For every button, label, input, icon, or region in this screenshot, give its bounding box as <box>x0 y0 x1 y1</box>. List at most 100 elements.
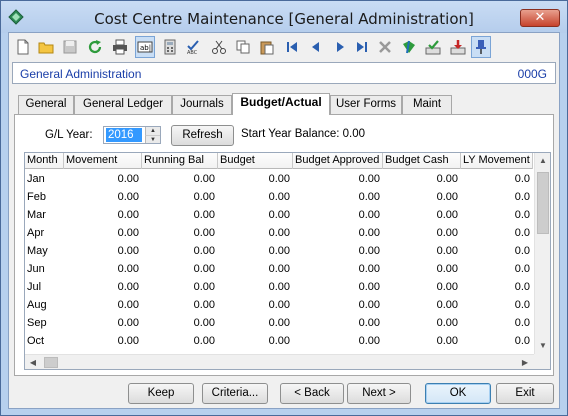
month-cell[interactable]: Feb <box>25 188 64 206</box>
ok-button[interactable]: OK <box>425 383 491 404</box>
close-button[interactable]: ✕ <box>520 9 560 27</box>
month-cell[interactable]: Aug <box>25 296 64 314</box>
tab-general-ledger[interactable]: General Ledger <box>74 95 172 114</box>
value-cell[interactable]: 0.00 <box>218 206 293 224</box>
value-cell[interactable]: 0.00 <box>383 188 461 206</box>
value-cell[interactable]: 0.0 <box>461 224 533 242</box>
refresh-balance-button[interactable]: Refresh <box>171 125 234 146</box>
table-row[interactable]: Sep 0.00 0.00 0.00 0.00 0.00 0.0 <box>25 314 533 332</box>
last-record-button[interactable] <box>352 36 372 58</box>
horizontal-scrollbar[interactable]: ◀ ▶ <box>25 354 534 369</box>
value-cell[interactable]: 0.00 <box>218 188 293 206</box>
value-cell[interactable]: 0.00 <box>142 224 218 242</box>
criteria-button[interactable]: Criteria... <box>202 383 268 404</box>
value-cell[interactable]: 0.00 <box>142 278 218 296</box>
vertical-scrollbar[interactable]: ▲ ▼ <box>534 153 550 354</box>
value-cell[interactable]: 0.0 <box>461 260 533 278</box>
refresh-button[interactable] <box>85 36 105 58</box>
month-cell[interactable]: Sep <box>25 314 64 332</box>
month-cell[interactable]: Oct <box>25 332 64 350</box>
value-cell[interactable]: 0.00 <box>383 314 461 332</box>
value-cell[interactable]: 0.00 <box>383 242 461 260</box>
column-header[interactable]: Budget <box>218 153 293 169</box>
back-button[interactable]: < Back <box>280 383 344 404</box>
month-cell[interactable]: Apr <box>25 224 64 242</box>
value-cell[interactable]: 0.00 <box>64 188 142 206</box>
value-cell[interactable]: 0.00 <box>64 206 142 224</box>
value-cell[interactable]: 0.00 <box>293 224 383 242</box>
table-row[interactable]: Aug 0.00 0.00 0.00 0.00 0.00 0.0 <box>25 296 533 314</box>
pin-button[interactable] <box>471 36 491 58</box>
new-button[interactable] <box>13 36 33 58</box>
value-cell[interactable]: 0.00 <box>142 314 218 332</box>
gl-year-spinner[interactable]: ▲ ▼ <box>103 126 161 144</box>
save-button[interactable] <box>60 36 80 58</box>
scroll-down-icon[interactable]: ▼ <box>535 338 550 354</box>
value-cell[interactable]: 0.00 <box>383 332 461 350</box>
value-cell[interactable]: 0.00 <box>142 296 218 314</box>
value-cell[interactable]: 0.00 <box>293 242 383 260</box>
spellcheck-button[interactable]: ABC <box>184 36 204 58</box>
value-cell[interactable]: 0.00 <box>64 242 142 260</box>
value-cell[interactable]: 0.00 <box>142 188 218 206</box>
table-row[interactable]: Jul 0.00 0.00 0.00 0.00 0.00 0.0 <box>25 278 533 296</box>
value-cell[interactable]: 0.00 <box>218 296 293 314</box>
value-cell[interactable]: 0.00 <box>142 260 218 278</box>
value-cell[interactable]: 0.00 <box>383 224 461 242</box>
tab-journals[interactable]: Journals <box>172 95 232 114</box>
next-record-button[interactable] <box>330 36 350 58</box>
keep-button[interactable]: Keep <box>128 383 194 404</box>
value-cell[interactable]: 0.00 <box>64 224 142 242</box>
column-header[interactable]: Budget Approved <box>293 153 383 169</box>
column-header[interactable]: Movement <box>64 153 142 169</box>
value-cell[interactable]: 0.00 <box>293 314 383 332</box>
open-button[interactable] <box>36 36 56 58</box>
title-bar[interactable]: Cost Centre Maintenance [General Adminis… <box>1 1 567 33</box>
exit-button[interactable]: Exit <box>496 383 554 404</box>
value-cell[interactable]: 0.00 <box>218 278 293 296</box>
value-cell[interactable]: 0.00 <box>293 170 383 188</box>
copy-button[interactable] <box>233 36 253 58</box>
value-cell[interactable]: 0.0 <box>461 188 533 206</box>
table-row[interactable]: Oct 0.00 0.00 0.00 0.00 0.00 0.0 <box>25 332 533 350</box>
table-row[interactable]: Jan 0.00 0.00 0.00 0.00 0.00 0.0 <box>25 170 533 188</box>
horizontal-scroll-thumb[interactable] <box>44 357 58 368</box>
value-cell[interactable]: 0.00 <box>293 278 383 296</box>
value-cell[interactable]: 0.00 <box>142 242 218 260</box>
table-row[interactable]: May 0.00 0.00 0.00 0.00 0.00 0.0 <box>25 242 533 260</box>
value-cell[interactable]: 0.0 <box>461 278 533 296</box>
column-header[interactable]: Budget Cash <box>383 153 461 169</box>
next-button[interactable]: Next > <box>347 383 411 404</box>
value-cell[interactable]: 0.00 <box>142 170 218 188</box>
value-cell[interactable]: 0.00 <box>293 188 383 206</box>
value-cell[interactable]: 0.00 <box>64 278 142 296</box>
value-cell[interactable]: 0.00 <box>383 260 461 278</box>
value-cell[interactable]: 0.0 <box>461 206 533 224</box>
value-cell[interactable]: 0.00 <box>64 260 142 278</box>
gl-year-input[interactable] <box>106 128 142 142</box>
value-cell[interactable]: 0.00 <box>64 332 142 350</box>
export-button[interactable] <box>448 36 468 58</box>
scroll-up-icon[interactable]: ▲ <box>535 153 550 169</box>
scroll-left-icon[interactable]: ◀ <box>25 355 41 369</box>
tab-user-forms[interactable]: User Forms <box>330 95 402 114</box>
value-cell[interactable]: 0.00 <box>383 170 461 188</box>
tab-general[interactable]: General <box>18 95 74 114</box>
column-header[interactable]: Running Bal <box>142 153 218 169</box>
value-cell[interactable]: 0.00 <box>218 314 293 332</box>
spin-up-icon[interactable]: ▲ <box>145 127 160 135</box>
budget-grid[interactable]: Month Movement Running Bal Budget Budget App… <box>24 152 551 370</box>
value-cell[interactable]: 0.0 <box>461 296 533 314</box>
find-button[interactable] <box>399 36 419 58</box>
delete-button[interactable] <box>375 36 395 58</box>
approve-button[interactable] <box>423 36 443 58</box>
calculator-button[interactable] <box>160 36 180 58</box>
value-cell[interactable]: 0.00 <box>293 206 383 224</box>
table-row[interactable]: Mar 0.00 0.00 0.00 0.00 0.00 0.0 <box>25 206 533 224</box>
table-row[interactable]: Apr 0.00 0.00 0.00 0.00 0.00 0.0 <box>25 224 533 242</box>
tab-maint[interactable]: Maint <box>402 95 452 114</box>
value-cell[interactable]: 0.00 <box>142 332 218 350</box>
column-header[interactable]: Month <box>25 153 64 169</box>
vertical-scroll-thumb[interactable] <box>537 172 549 234</box>
table-row[interactable]: Jun 0.00 0.00 0.00 0.00 0.00 0.0 <box>25 260 533 278</box>
